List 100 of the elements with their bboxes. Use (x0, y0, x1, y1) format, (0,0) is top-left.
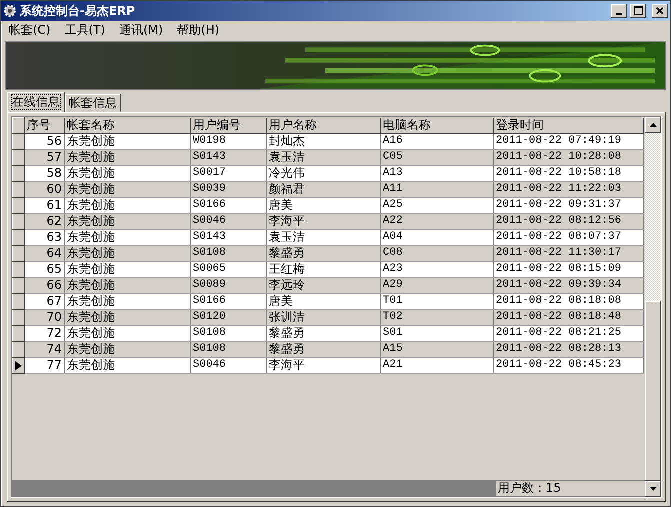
scroll-down-button[interactable] (645, 481, 661, 497)
table-cell: 唐美 (266, 198, 380, 214)
table-cell: 黎盛勇 (266, 246, 380, 262)
table-cell: 东莞创施 (64, 278, 190, 294)
table-cell: 东莞创施 (64, 342, 190, 358)
gear-icon (3, 4, 17, 18)
table-cell: T01 (380, 294, 494, 310)
table-cell: 56 (24, 134, 64, 150)
table-cell: S0108 (190, 326, 266, 342)
tab[interactable]: 在线信息 (7, 92, 65, 113)
table-cell: 2011-08-22 08:18:08 (494, 294, 644, 310)
scroll-up-button[interactable] (645, 117, 661, 133)
column-header[interactable]: 用户名称 (266, 118, 380, 134)
table-cell: S0046 (190, 358, 266, 374)
minimize-button[interactable] (611, 4, 627, 18)
table-cell: S0166 (190, 198, 266, 214)
table-cell: 2011-08-22 08:18:48 (494, 310, 644, 326)
table-cell: S0039 (190, 182, 266, 198)
minimize-icon (616, 12, 622, 15)
table-cell: S0017 (190, 166, 266, 182)
table-cell: 2011-08-22 07:49:19 (494, 134, 644, 150)
table-cell: 袁玉洁 (266, 150, 380, 166)
table-cell: 封灿杰 (266, 134, 380, 150)
table-cell: 66 (24, 278, 64, 294)
table-cell: S0166 (190, 294, 266, 310)
table-cell: S0108 (190, 342, 266, 358)
table-cell: 东莞创施 (64, 182, 190, 198)
table-cell: T02 (380, 310, 494, 326)
up-arrow-icon (650, 123, 656, 127)
table-cell: 2011-08-22 08:12:56 (494, 214, 644, 230)
table-cell: 2011-08-22 09:39:34 (494, 278, 644, 294)
table-cell: C05 (380, 150, 494, 166)
table-cell: 2011-08-22 10:58:18 (494, 166, 644, 182)
table-cell: S0143 (190, 230, 266, 246)
scrollbar-thumb[interactable] (645, 301, 661, 481)
table-cell: 2011-08-22 11:30:17 (494, 246, 644, 262)
table-cell: 黎盛勇 (266, 326, 380, 342)
table-cell: 2011-08-22 08:15:09 (494, 262, 644, 278)
table-cell: S0065 (190, 262, 266, 278)
table-cell: 64 (24, 246, 64, 262)
menu-item[interactable]: 帮助(H) (177, 20, 220, 39)
table-cell: 唐美 (266, 294, 380, 310)
table-cell: 冷光伟 (266, 166, 380, 182)
column-header[interactable]: 序号 (24, 118, 64, 134)
table-cell: 57 (24, 150, 64, 166)
column-header[interactable]: 用户编号 (190, 118, 266, 134)
table-cell: 东莞创施 (64, 246, 190, 262)
table-cell: 颜福君 (266, 182, 380, 198)
table-cell: S0120 (190, 310, 266, 326)
down-arrow-icon (650, 487, 656, 491)
tab[interactable]: 帐套信息 (65, 94, 121, 112)
table-cell: 74 (24, 342, 64, 358)
table-cell: S01 (380, 326, 494, 342)
table-cell: A04 (380, 230, 494, 246)
table-cell: A16 (380, 134, 494, 150)
user-count: 用户数：15 (496, 481, 645, 496)
table-cell: 东莞创施 (64, 134, 190, 150)
table-cell: 2011-08-22 11:22:03 (494, 182, 644, 198)
table-cell: 2011-08-22 08:45:23 (494, 358, 644, 374)
column-header[interactable]: 电脑名称 (380, 118, 494, 134)
table-cell: S0108 (190, 246, 266, 262)
table-cell: 东莞创施 (64, 358, 190, 374)
table-cell: 东莞创施 (64, 230, 190, 246)
table-cell: W0198 (190, 134, 266, 150)
table-cell: A29 (380, 278, 494, 294)
table-cell: A15 (380, 342, 494, 358)
table-cell: 东莞创施 (64, 150, 190, 166)
table-cell: 2011-08-22 08:07:37 (494, 230, 644, 246)
table-cell: 65 (24, 262, 64, 278)
table-cell: 72 (24, 326, 64, 342)
column-header[interactable]: 帐套名称 (64, 118, 190, 134)
close-icon (656, 6, 664, 15)
table-cell: 2011-08-22 08:28:13 (494, 342, 644, 358)
menu-item[interactable]: 帐套(C) (9, 20, 51, 39)
column-header[interactable]: 登录时间 (494, 118, 644, 134)
close-button[interactable] (652, 4, 668, 18)
table-cell: 东莞创施 (64, 310, 190, 326)
row-pointer-icon (15, 360, 22, 370)
table-cell: 东莞创施 (64, 214, 190, 230)
table-cell: S0089 (190, 278, 266, 294)
menu-item[interactable]: 通讯(M) (119, 20, 164, 39)
table-cell: A21 (380, 358, 494, 374)
table-cell: 东莞创施 (64, 262, 190, 278)
table-cell: 王红梅 (266, 262, 380, 278)
table-cell: A22 (380, 214, 494, 230)
table-cell: 61 (24, 198, 64, 214)
table-cell: 2011-08-22 10:28:08 (494, 150, 644, 166)
menu-item[interactable]: 工具(T) (64, 20, 106, 39)
table-cell: 东莞创施 (64, 166, 190, 182)
table-cell: A11 (380, 182, 494, 198)
maximize-button[interactable] (630, 4, 646, 18)
maximize-icon (634, 6, 642, 16)
table-cell: 黎盛勇 (266, 342, 380, 358)
table-cell: 东莞创施 (64, 294, 190, 310)
table-cell: C08 (380, 246, 494, 262)
table-cell: 63 (24, 230, 64, 246)
table-cell: S0046 (190, 214, 266, 230)
table-cell: 2011-08-22 09:31:37 (494, 198, 644, 214)
table-cell: 2011-08-22 08:21:25 (494, 326, 644, 342)
table-cell: 张训洁 (266, 310, 380, 326)
